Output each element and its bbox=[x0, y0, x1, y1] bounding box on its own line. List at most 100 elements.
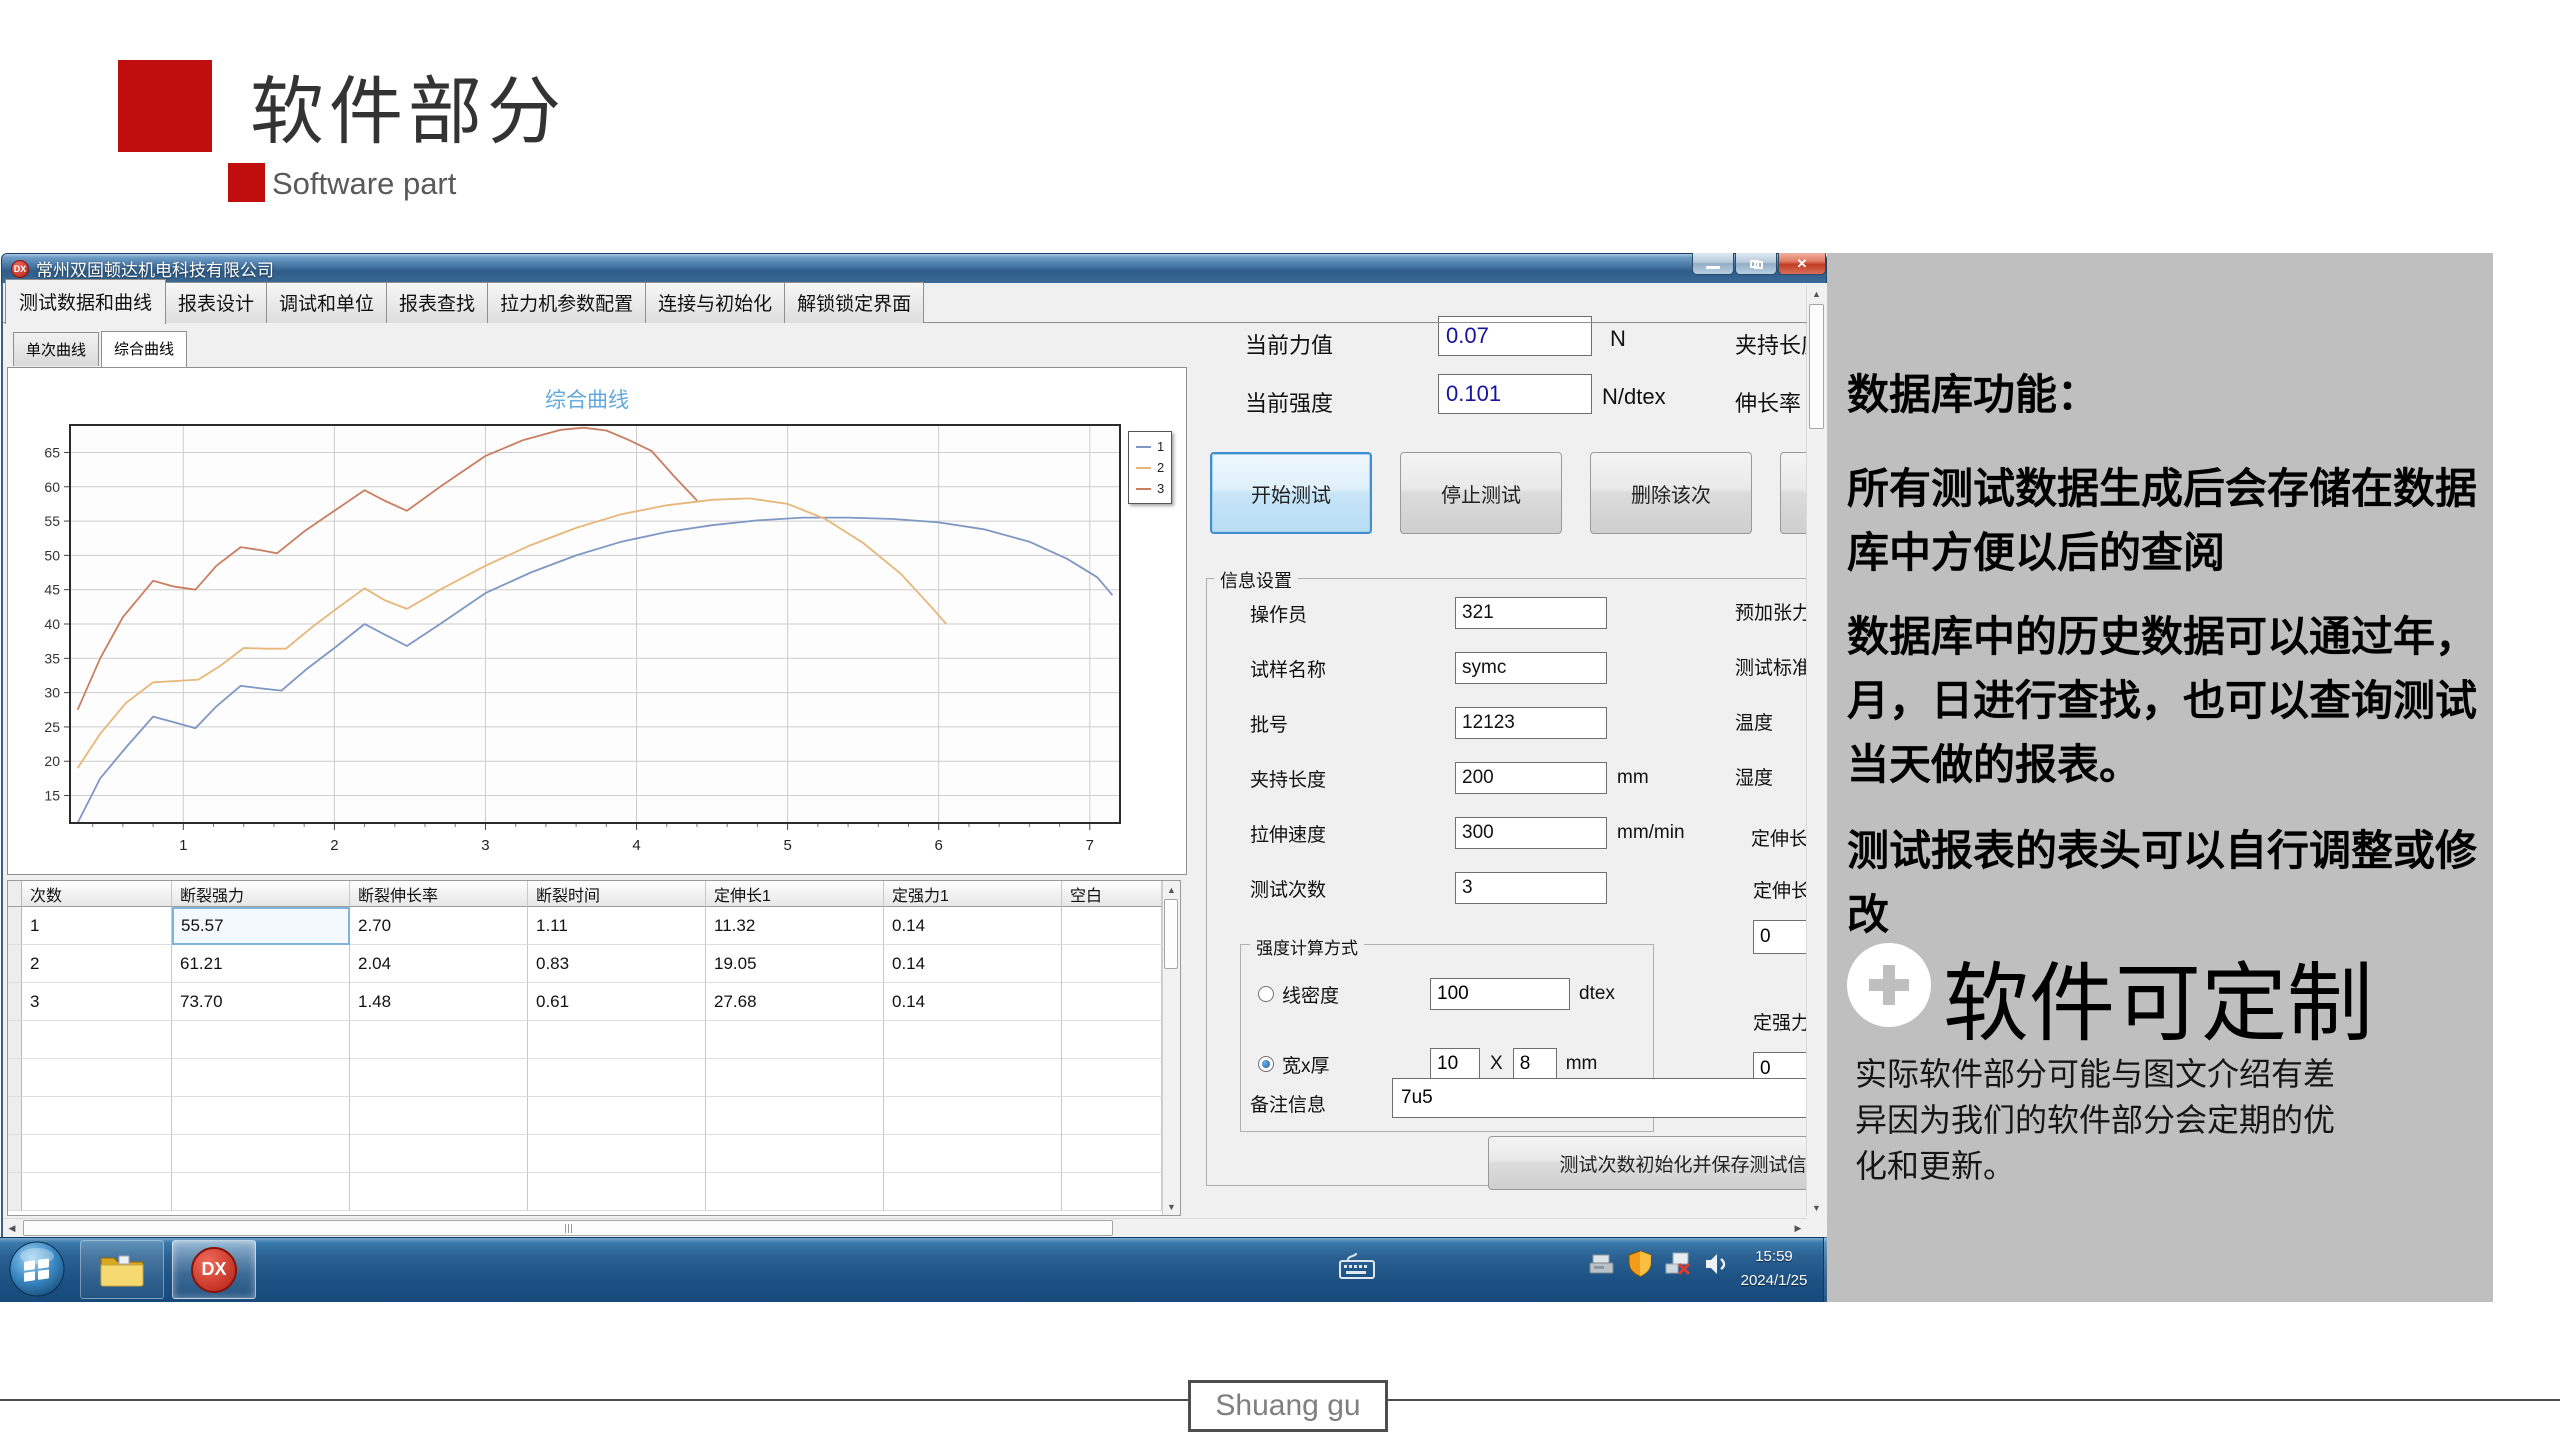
column-header[interactable]: 次数 bbox=[22, 881, 172, 907]
curve-subtab-1[interactable]: 单次曲线 bbox=[13, 332, 99, 366]
linear-density-row: 线密度 dtex bbox=[1258, 976, 1615, 1012]
table-cell[interactable]: 61.21 bbox=[172, 945, 350, 983]
minimize-button[interactable] bbox=[1692, 253, 1734, 275]
table-cell[interactable]: 0.14 bbox=[884, 983, 1062, 1021]
action-button-3[interactable]: 删除该次 bbox=[1590, 452, 1752, 534]
restore-button[interactable] bbox=[1735, 253, 1777, 275]
linear-density-input[interactable] bbox=[1430, 978, 1570, 1010]
table-cell[interactable]: 0.61 bbox=[528, 983, 706, 1021]
main-tab-5[interactable]: 拉力机参数配置 bbox=[487, 282, 646, 323]
table-cell[interactable]: 2 bbox=[22, 945, 172, 983]
row-header[interactable] bbox=[8, 983, 22, 1021]
table-cell[interactable]: 1.48 bbox=[350, 983, 528, 1021]
table-cell[interactable]: 1 bbox=[22, 907, 172, 945]
table-cell[interactable]: 11.32 bbox=[706, 907, 884, 945]
input-method-indicator[interactable] bbox=[1338, 1252, 1378, 1287]
table-cell[interactable]: 0.83 bbox=[528, 945, 706, 983]
scroll-down-icon[interactable]: ▼ bbox=[1807, 1199, 1826, 1216]
action-button-partial[interactable] bbox=[1780, 452, 1806, 534]
field-input[interactable] bbox=[1455, 597, 1607, 629]
device-tray-icon[interactable] bbox=[1588, 1251, 1616, 1277]
table-cell bbox=[528, 1135, 706, 1173]
table-cell bbox=[884, 1135, 1062, 1173]
scroll-up-icon[interactable]: ▲ bbox=[1163, 881, 1180, 898]
fixed-elong-label: 定伸长 bbox=[1753, 876, 1806, 903]
main-tab-7[interactable]: 解锁锁定界面 bbox=[784, 282, 924, 323]
width-input[interactable] bbox=[1430, 1048, 1480, 1080]
table-cell[interactable]: 27.68 bbox=[706, 983, 884, 1021]
table-cell[interactable]: 2.70 bbox=[350, 907, 528, 945]
field-input[interactable] bbox=[1455, 707, 1607, 739]
column-header[interactable]: 断裂时间 bbox=[528, 881, 706, 907]
table-row: 155.572.701.1111.320.14 bbox=[8, 907, 1180, 945]
table-cell[interactable] bbox=[1062, 945, 1162, 983]
table-scrollbar[interactable]: ▲ ▼ bbox=[1162, 881, 1180, 1215]
table-cell[interactable]: 3 bbox=[22, 983, 172, 1021]
table-cell[interactable]: 73.70 bbox=[172, 983, 350, 1021]
field-input[interactable] bbox=[1455, 652, 1607, 684]
security-shield-icon[interactable] bbox=[1627, 1250, 1653, 1278]
strength-value-input[interactable] bbox=[1438, 374, 1592, 414]
table-cell bbox=[706, 1135, 884, 1173]
table-cell[interactable] bbox=[1062, 983, 1162, 1021]
table-cell[interactable] bbox=[1062, 907, 1162, 945]
sidebar-paragraph: 测试报表的表头可以自行调整或修改 bbox=[1847, 819, 2479, 947]
table-cell[interactable]: 1.11 bbox=[528, 907, 706, 945]
linear-density-radio[interactable] bbox=[1258, 986, 1274, 1002]
scroll-up-icon[interactable]: ▲ bbox=[1807, 285, 1826, 302]
clock-date: 2024/1/25 bbox=[1726, 1269, 1822, 1293]
dx-app-taskbar-button[interactable]: DX bbox=[172, 1240, 256, 1299]
row-header[interactable] bbox=[8, 945, 22, 983]
main-tab-3[interactable]: 调试和单位 bbox=[266, 282, 387, 323]
clock-time: 15:59 bbox=[1726, 1245, 1822, 1269]
thickness-input[interactable] bbox=[1513, 1048, 1557, 1080]
scroll-left-icon[interactable]: ◀ bbox=[3, 1219, 21, 1237]
horizontal-scrollbar-thumb[interactable] bbox=[23, 1220, 1113, 1236]
main-tab-6[interactable]: 连接与初始化 bbox=[645, 282, 785, 323]
field-input[interactable] bbox=[1455, 762, 1607, 794]
column-header[interactable]: 定伸长1 bbox=[706, 881, 884, 907]
remark-input[interactable] bbox=[1392, 1078, 1806, 1118]
explorer-taskbar-button[interactable] bbox=[80, 1240, 164, 1299]
table-cell bbox=[1062, 1021, 1162, 1059]
width-thickness-radio[interactable] bbox=[1258, 1056, 1274, 1072]
close-button[interactable]: ✕ bbox=[1778, 253, 1826, 275]
main-tab-4[interactable]: 报表查找 bbox=[386, 282, 488, 323]
curve-subtab-2[interactable]: 综合曲线 bbox=[101, 331, 187, 367]
table-scrollbar-thumb[interactable] bbox=[1164, 899, 1178, 969]
results-table-body: 次数断裂强力断裂伸长率断裂时间定伸长1定强力1空白155.572.701.111… bbox=[8, 881, 1180, 1211]
table-cell[interactable]: 2.04 bbox=[350, 945, 528, 983]
taskbar-clock[interactable]: 15:59 2024/1/25 bbox=[1726, 1245, 1822, 1293]
column-header[interactable]: 断裂伸长率 bbox=[350, 881, 528, 907]
column-header[interactable]: 断裂强力 bbox=[172, 881, 350, 907]
scroll-right-icon[interactable]: ▶ bbox=[1789, 1219, 1807, 1237]
slide: 软件部分 Software part DX 常州双固顿达机电科技有限公司 ✕ 测… bbox=[0, 0, 2560, 1440]
main-tab-2[interactable]: 报表设计 bbox=[165, 282, 267, 323]
table-cell[interactable]: 0.14 bbox=[884, 907, 1062, 945]
init-save-button[interactable]: 测试次数初始化并保存测试信 bbox=[1488, 1136, 1806, 1190]
scroll-down-icon[interactable]: ▼ bbox=[1163, 1198, 1180, 1215]
table-cell[interactable]: 55.57 bbox=[172, 907, 350, 945]
table-cell[interactable]: 0.14 bbox=[884, 945, 1062, 983]
column-header[interactable]: 定强力1 bbox=[884, 881, 1062, 907]
table-cell bbox=[22, 1097, 172, 1135]
table-cell bbox=[22, 1021, 172, 1059]
network-status-icon[interactable] bbox=[1664, 1251, 1692, 1277]
field-input[interactable] bbox=[1455, 817, 1607, 849]
fixed-elong-input[interactable] bbox=[1753, 920, 1806, 954]
main-tab-1[interactable]: 测试数据和曲线 bbox=[5, 279, 166, 324]
action-button-1[interactable]: 开始测试 bbox=[1210, 452, 1372, 534]
action-button-2[interactable]: 停止测试 bbox=[1400, 452, 1562, 534]
row-header[interactable] bbox=[8, 907, 22, 945]
window-vertical-scrollbar[interactable]: ▲ ▼ bbox=[1806, 285, 1826, 1216]
start-button[interactable] bbox=[8, 1240, 66, 1298]
table-cell[interactable]: 19.05 bbox=[706, 945, 884, 983]
field-unit: mm bbox=[1617, 767, 1649, 789]
window-horizontal-scrollbar[interactable]: ◀ ▶ bbox=[3, 1218, 1807, 1237]
column-header[interactable]: 空白 bbox=[1062, 881, 1162, 907]
field-input[interactable] bbox=[1455, 872, 1607, 904]
vertical-scrollbar-thumb[interactable] bbox=[1809, 304, 1824, 429]
row-header bbox=[8, 1173, 22, 1211]
form-row: 试样名称 bbox=[1250, 647, 1806, 689]
table-cell bbox=[172, 1173, 350, 1211]
